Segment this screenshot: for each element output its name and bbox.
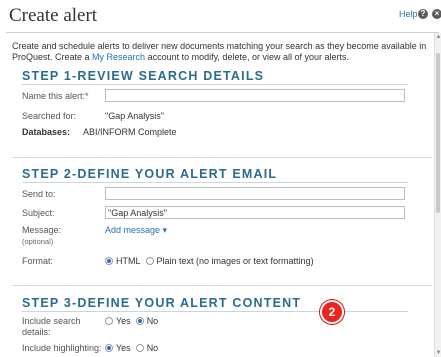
step1-title: STEP 1-REVIEW SEARCH DETAILS — [22, 69, 265, 83]
name-alert-input[interactable] — [105, 89, 405, 102]
include-search-no-label: No — [146, 316, 159, 326]
step3-title: STEP 3-DEFINE YOUR ALERT CONTENT — [22, 296, 302, 310]
include-highlighting-label: Include highlighting: — [22, 343, 102, 353]
message-label-text: Message: — [22, 225, 62, 235]
searched-for-label: Searched for: — [22, 111, 77, 121]
intro-text: Create and schedule alerts to deliver ne… — [12, 41, 432, 63]
subject-input[interactable] — [105, 206, 405, 219]
include-search-label: Include search details: — [22, 316, 81, 337]
databases-value: ABI/INFORM Complete — [83, 127, 177, 137]
scroll-up-icon[interactable]: ▲ — [435, 33, 441, 41]
my-research-link[interactable]: My Research — [92, 52, 145, 62]
format-plain-label: Plain text (no images or text formatting… — [156, 256, 314, 266]
scroll-down-icon[interactable]: ▼ — [435, 349, 441, 357]
vertical-scrollbar[interactable]: ▲ ▼ — [434, 33, 441, 357]
name-alert-label: Name this alert:* — [22, 91, 89, 101]
message-label: Message: (optional) — [22, 225, 61, 247]
close-circle-icon[interactable]: × — [432, 9, 441, 19]
send-to-input[interactable] — [105, 187, 405, 200]
include-search-yes-radio[interactable] — [105, 317, 113, 325]
step1-rule — [22, 84, 408, 85]
format-label: Format: — [22, 256, 54, 266]
format-html-radio[interactable] — [105, 257, 113, 265]
subject-label: Subject: — [22, 208, 55, 218]
intro-text-after: account to modify, delete, or view all o… — [145, 52, 349, 62]
format-plain-radio[interactable] — [145, 257, 154, 265]
message-optional-text: (optional) — [22, 237, 54, 246]
searched-for-value: "Gap Analysis" — [105, 111, 164, 121]
create-alert-dialog: Create alert Help ? × Create and schedul… — [0, 0, 441, 357]
format-radio-group: HTML Plain text (no images or text forma… — [105, 256, 319, 266]
dialog-title: Create alert — [9, 5, 98, 26]
step2-title: STEP 2-DEFINE YOUR ALERT EMAIL — [22, 167, 278, 181]
send-to-label: Send to: — [22, 189, 56, 199]
question-circle-icon[interactable]: ? — [418, 9, 428, 19]
section-divider-1 — [12, 157, 432, 158]
include-search-yes-label: Yes — [116, 316, 131, 326]
annotation-badge: 2 — [320, 300, 344, 324]
format-html-label: HTML — [116, 256, 141, 266]
databases-label: Databases: — [22, 127, 71, 137]
dialog-content: Create and schedule alerts to deliver ne… — [0, 33, 434, 357]
step2-rule — [22, 182, 408, 183]
include-highlighting-no-label: No — [146, 343, 159, 353]
include-highlighting-radio-group: Yes No — [105, 343, 163, 353]
help-link[interactable]: Help — [399, 9, 418, 19]
include-highlighting-yes-label: Yes — [116, 343, 131, 353]
step3-rule — [22, 311, 408, 312]
section-divider-2 — [12, 285, 432, 286]
include-highlighting-no-radio[interactable] — [135, 344, 144, 352]
add-message-link[interactable]: Add message ▾ — [105, 225, 167, 236]
include-search-radio-group: Yes No — [105, 316, 163, 326]
include-highlighting-yes-radio[interactable] — [105, 344, 113, 352]
scroll-thumb[interactable] — [436, 53, 440, 213]
include-search-no-radio[interactable] — [135, 317, 144, 325]
